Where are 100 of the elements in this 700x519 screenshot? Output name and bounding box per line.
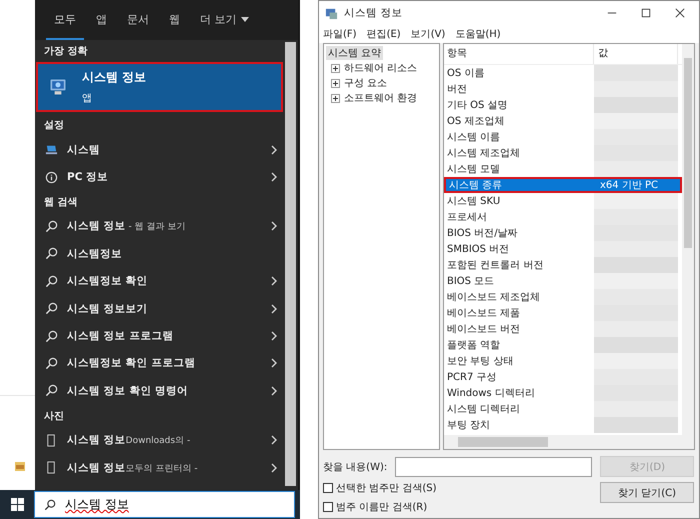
table-cell-text: 시스템 이름 [446, 130, 502, 144]
best-match-result[interactable]: 시스템 정보 앱 [36, 62, 283, 112]
result-title: 시스템 정보 프로그램 [67, 329, 174, 344]
chevron-right-icon[interactable] [271, 172, 277, 182]
table-cell-text: Windows 디렉터리 [446, 386, 536, 400]
table-row[interactable]: 프로세서 [444, 208, 682, 225]
menu-item[interactable]: 파일(F) [323, 27, 357, 42]
result-title: 시스템정보 확인 프로그램 [67, 356, 196, 370]
table-row[interactable]: 시스템 종류 x64 기반 PC [444, 176, 682, 193]
checkbox[interactable] [323, 483, 333, 493]
table-row[interactable]: BIOS 모드 [444, 272, 682, 289]
search-result[interactable]: 시스템 정보 Downloads의 - [35, 426, 285, 454]
search-icon [45, 302, 58, 316]
laptop-icon [45, 143, 58, 156]
table-row[interactable]: 시스템 제조업체 [444, 144, 682, 161]
search-result[interactable]: 시스템 정보 - 웹 결과 보기 [35, 212, 285, 240]
tree-item[interactable]: 하드웨어 리소스 [342, 61, 420, 76]
table-cell-text: 플랫폼 역할 [446, 338, 502, 352]
scrollbar[interactable] [682, 44, 694, 435]
table-row[interactable]: 기타 OS 설명 [444, 96, 682, 113]
table-row[interactable]: 플랫폼 역할 [444, 336, 682, 353]
table-row[interactable]: 시스템 모델 [444, 160, 682, 177]
caret-icon[interactable] [240, 16, 248, 22]
result-title: 시스템 정보모두의 프린터의 - [67, 460, 199, 475]
scrollbar[interactable] [285, 42, 296, 486]
chevron-right-icon[interactable] [271, 276, 277, 286]
table-row[interactable]: 포함된 컨트롤러 버전 [444, 256, 682, 273]
table-row[interactable]: PCR7 구성 [444, 368, 682, 385]
chevron-right-icon[interactable] [271, 331, 277, 342]
result-title: 시스템 정보보기 [67, 302, 149, 316]
search-icon [45, 384, 58, 398]
column-header[interactable]: 항목 [444, 44, 594, 64]
table-row[interactable]: 부팅 장치 [444, 416, 682, 433]
close-find-button[interactable]: 찾기 닫기(C) [600, 482, 694, 503]
chevron-right-icon[interactable] [271, 304, 277, 314]
image-file-icon [45, 461, 58, 474]
table-cell-text: BIOS 모드 [446, 274, 496, 288]
table-row[interactable]: OS 제조업체 [444, 112, 682, 129]
result-title: 시스템 정보 Downloads의 - [67, 433, 192, 448]
expand-icon[interactable] [331, 78, 340, 88]
chevron-right-icon[interactable] [271, 221, 277, 232]
table-row[interactable]: 베이스보드 제품 [444, 304, 682, 321]
chevron-right-icon[interactable] [271, 462, 277, 473]
tree-item[interactable]: 소프트웨어 환경 [342, 91, 420, 106]
search-result[interactable]: PC 정보 [35, 163, 285, 191]
result-title: 시스템 [67, 142, 101, 157]
table-cell-text: 버전 [446, 82, 468, 96]
table-row[interactable]: OS 이름 [444, 64, 682, 81]
expand-icon[interactable] [331, 94, 340, 103]
menu-item[interactable]: 편집(E) [366, 27, 401, 42]
chevron-right-icon[interactable] [271, 386, 277, 396]
filter-tab[interactable]: 앱 [88, 0, 115, 40]
filter-tab[interactable]: 더 보기 [192, 0, 256, 40]
search-result[interactable]: 시스템 정보보기 [35, 294, 285, 322]
column-header[interactable]: 값 [594, 44, 678, 64]
search-result[interactable]: 시스템정보 확인 [35, 268, 285, 295]
table-cell-text: 시스템 종류 [448, 178, 504, 192]
close-icon[interactable] [675, 8, 685, 18]
search-icon [45, 274, 58, 288]
tree-item[interactable]: 시스템 요약 [326, 46, 384, 60]
table-row[interactable]: 베이스보드 버전 [444, 320, 682, 337]
search-result[interactable]: 시스템 [35, 136, 285, 164]
table-row[interactable]: 버전 [444, 80, 682, 97]
result-title: 시스템정보 확인 [67, 274, 149, 288]
table-cell-text: BIOS 버전/날짜 [446, 226, 519, 240]
table-cell-text: OS 이름 [446, 66, 486, 80]
chevron-right-icon[interactable] [271, 144, 277, 155]
input-field[interactable] [395, 456, 592, 476]
section-heading: 설정 [43, 119, 65, 133]
filter-tab[interactable]: 모두 [46, 0, 84, 40]
table-row[interactable]: 보안 부팅 상태 [444, 352, 682, 369]
search-result[interactable]: 시스템 정보 프로그램 [35, 322, 285, 350]
checkbox[interactable] [323, 502, 333, 512]
chevron-right-icon[interactable] [271, 435, 277, 446]
table-row[interactable]: 시스템 이름 [444, 128, 682, 145]
find-label: 찾을 내용(W): [323, 460, 388, 474]
search-result[interactable]: 시스템 정보 확인 명령어 [35, 377, 285, 405]
filter-tab[interactable]: 웹 [161, 0, 188, 40]
search-field[interactable]: 시스템 정보 [34, 491, 295, 518]
table-row[interactable]: 시스템 디렉터리 [444, 400, 682, 417]
table-row[interactable]: 베이스보드 제조업체 [444, 288, 682, 305]
table-row[interactable]: Windows 디렉터리 [444, 384, 682, 401]
search-icon [45, 247, 58, 260]
search-result[interactable]: 시스템정보 [35, 240, 285, 268]
windows-logo-icon[interactable] [11, 498, 24, 511]
tree-item[interactable]: 구성 요소 [342, 76, 390, 90]
chevron-right-icon[interactable] [271, 358, 277, 368]
scrollbar[interactable] [444, 435, 694, 449]
maximize-icon[interactable] [641, 8, 651, 18]
section-heading: 가장 정확 [43, 45, 88, 59]
filter-tab[interactable]: 문서 [119, 0, 157, 40]
search-result[interactable]: 시스템정보 확인 프로그램 [35, 350, 285, 378]
table-row[interactable]: SMBIOS 버전 [444, 240, 682, 257]
search-result[interactable]: 시스템 정보모두의 프린터의 - [35, 454, 285, 482]
menu-item[interactable]: 보기(V) [410, 27, 446, 42]
table-row[interactable]: BIOS 버전/날짜 [444, 224, 682, 241]
table-row[interactable]: 시스템 SKU [444, 192, 682, 209]
expand-icon[interactable] [331, 64, 340, 73]
menu-item[interactable]: 도움말(H) [455, 27, 501, 42]
file-icon[interactable] [14, 460, 26, 472]
